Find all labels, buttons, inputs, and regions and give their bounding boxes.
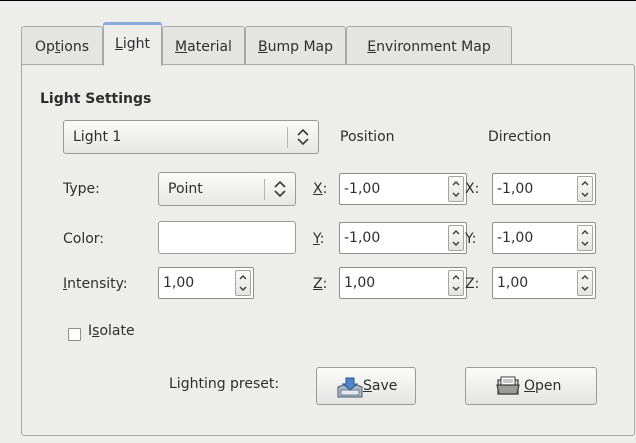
position-z-spin[interactable]: 1,00 — [339, 267, 467, 299]
tab-bump-map[interactable]: Bump Map — [245, 26, 346, 64]
direction-z-label: Z: — [465, 276, 480, 292]
direction-y-spin[interactable]: -1,00 — [492, 222, 596, 254]
chevron-down-icon — [452, 286, 460, 291]
direction-z-spin[interactable]: 1,00 — [492, 267, 596, 299]
position-header: Position — [340, 129, 395, 145]
spin-buttons[interactable] — [235, 270, 251, 296]
save-icon — [337, 377, 363, 398]
chevron-down-icon — [581, 192, 589, 197]
position-z-value: 1,00 — [344, 275, 376, 291]
tab-light[interactable]: Light — [103, 22, 162, 66]
combo-separator — [264, 179, 265, 200]
spin-buttons[interactable] — [448, 225, 464, 251]
light-select-value: Light 1 — [73, 129, 122, 145]
window-top-border — [0, 0, 636, 1]
spin-buttons[interactable] — [577, 176, 593, 202]
position-x-label: X: — [313, 181, 328, 197]
position-x-value: -1,00 — [344, 181, 381, 197]
chevron-up-icon — [452, 230, 460, 235]
chevron-up-icon — [452, 275, 460, 280]
chevron-up-icon — [452, 181, 460, 186]
position-y-value: -1,00 — [344, 230, 381, 246]
intensity-label: Intensity: — [63, 276, 128, 292]
spin-buttons[interactable] — [448, 270, 464, 296]
direction-y-value: -1,00 — [497, 230, 534, 246]
type-select-value: Point — [168, 181, 203, 197]
color-swatch-button[interactable] — [158, 221, 296, 254]
color-label: Color: — [63, 231, 105, 247]
chevron-up-icon — [581, 275, 589, 280]
save-button-label: Save — [363, 378, 398, 394]
direction-x-value: -1,00 — [497, 181, 534, 197]
open-button-label: Open — [524, 378, 562, 394]
spin-buttons[interactable] — [577, 225, 593, 251]
chevron-up-icon — [581, 181, 589, 186]
spin-buttons[interactable] — [577, 270, 593, 296]
type-select[interactable]: Point — [158, 172, 296, 206]
type-label: Type: — [63, 181, 100, 197]
direction-z-value: 1,00 — [497, 275, 529, 291]
lighting-preset-label: Lighting preset: — [169, 376, 280, 392]
intensity-value: 1,00 — [163, 275, 195, 291]
open-button[interactable]: Open — [465, 367, 597, 405]
chevron-down-icon — [581, 286, 589, 291]
isolate-checkbox[interactable] — [68, 328, 81, 341]
chevron-down-icon — [239, 286, 247, 291]
chevron-down-icon — [452, 192, 460, 197]
spin-buttons[interactable] — [448, 176, 464, 202]
direction-y-label: Y: — [465, 231, 477, 247]
section-title: Light Settings — [40, 91, 152, 107]
tab-options[interactable]: Options — [21, 26, 103, 64]
light-select[interactable]: Light 1 — [63, 120, 319, 154]
isolate-label[interactable]: Isolate — [88, 323, 135, 339]
direction-header: Direction — [488, 129, 552, 145]
light-tab-page: Light Settings Light 1 Position Directio… — [21, 64, 635, 436]
position-x-spin[interactable]: -1,00 — [339, 173, 467, 205]
position-z-label: Z: — [313, 276, 328, 292]
tab-environment-map[interactable]: Environment Map — [346, 26, 512, 64]
updown-arrows-icon — [274, 180, 286, 198]
chevron-up-icon — [239, 275, 247, 280]
tab-material[interactable]: Material — [162, 26, 245, 64]
chevron-down-icon — [452, 241, 460, 246]
save-button[interactable]: Save — [316, 367, 416, 405]
combo-separator — [287, 127, 288, 148]
updown-arrows-icon — [297, 128, 309, 146]
position-y-spin[interactable]: -1,00 — [339, 222, 467, 254]
position-y-label: Y: — [313, 231, 325, 247]
chevron-down-icon — [581, 241, 589, 246]
direction-x-spin[interactable]: -1,00 — [492, 173, 596, 205]
direction-x-label: X: — [465, 181, 480, 197]
open-folder-icon — [496, 376, 520, 395]
chevron-up-icon — [581, 230, 589, 235]
intensity-spin[interactable]: 1,00 — [158, 267, 254, 299]
